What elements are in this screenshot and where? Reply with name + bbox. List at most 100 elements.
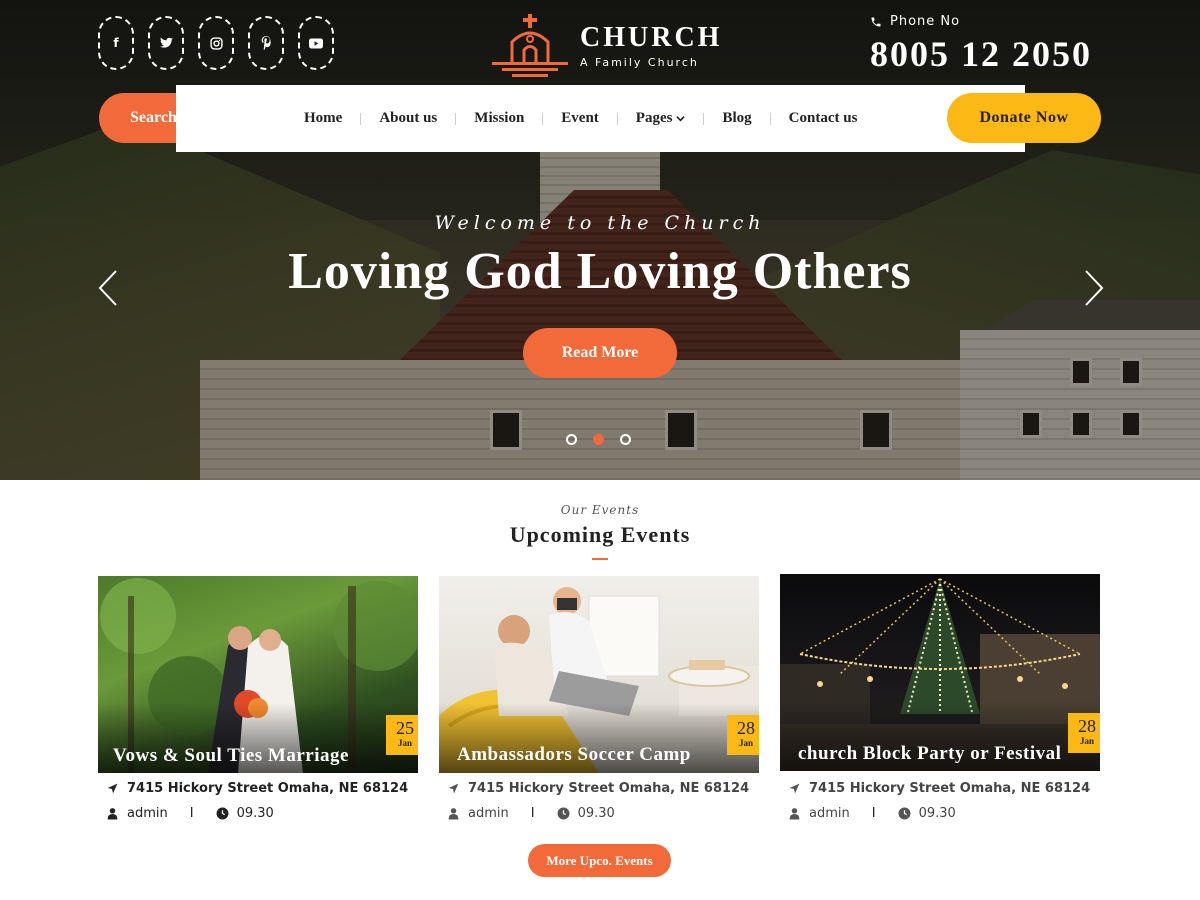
slider-dots — [566, 434, 631, 445]
instagram-glyph — [209, 36, 223, 50]
meta-divider: I — [530, 806, 535, 821]
chevron-down-icon — [676, 116, 686, 122]
event-image[interactable]: Vows & Soul Ties Marriage 25 Jan — [98, 576, 418, 773]
event-time: 09.30 — [577, 806, 615, 821]
event-title[interactable]: Ambassadors Soccer Camp — [457, 744, 691, 766]
user-icon — [448, 808, 459, 820]
instagram-icon[interactable] — [198, 16, 234, 70]
event-card[interactable]: church Block Party or Festival 28 Jan 74… — [780, 574, 1100, 821]
social-links: f — [98, 16, 334, 70]
slider-prev-arrow-icon[interactable] — [96, 268, 120, 308]
nav-label: Home — [304, 110, 343, 126]
nav-label: Pages — [635, 110, 673, 126]
phone-block: Phone No 8005 12 2050 — [870, 14, 1092, 75]
event-address-row: 7415 Hickory Street Omaha, NE 68124 — [106, 781, 418, 796]
meta-divider: I — [871, 806, 876, 821]
clock-icon — [898, 807, 911, 820]
user-icon — [789, 808, 800, 820]
event-meta: 7415 Hickory Street Omaha, NE 68124 admi… — [98, 781, 418, 821]
date-month: Jan — [738, 738, 753, 748]
phone-icon — [871, 17, 881, 26]
event-title[interactable]: church Block Party or Festival — [798, 743, 1061, 765]
slider-next-arrow-icon[interactable] — [1082, 268, 1106, 308]
twitter-icon[interactable] — [148, 16, 184, 70]
location-arrow-icon — [789, 783, 800, 794]
date-day: 28 — [1078, 716, 1096, 736]
event-address: 7415 Hickory Street Omaha, NE 68124 — [809, 781, 1091, 796]
nav-label: Blog — [722, 110, 752, 126]
title-underline — [592, 558, 608, 560]
events-title: Upcoming Events — [509, 522, 691, 547]
more-events-button[interactable]: More Upco. Events — [528, 844, 671, 877]
clock-icon — [216, 807, 229, 820]
nav-label: Contact us — [788, 110, 858, 126]
date-month: Jan — [397, 738, 412, 748]
event-address-row: 7415 Hickory Street Omaha, NE 68124 — [788, 781, 1100, 796]
event-address: 7415 Hickory Street Omaha, NE 68124 — [468, 781, 750, 796]
phone-number[interactable]: 8005 12 2050 — [870, 33, 1092, 75]
user-icon — [107, 808, 118, 820]
donate-button[interactable]: Donate Now — [947, 93, 1101, 143]
location-arrow-icon — [107, 783, 118, 794]
slider-dot-active[interactable] — [593, 434, 604, 445]
youtube-glyph — [309, 38, 323, 48]
facebook-glyph: f — [113, 36, 119, 50]
event-card[interactable]: Ambassadors Soccer Camp 28 Jan 7415 Hick… — [439, 576, 759, 821]
date-month: Jan — [1079, 736, 1094, 746]
event-image[interactable]: church Block Party or Festival 28 Jan — [780, 574, 1100, 771]
read-more-button[interactable]: Read More — [523, 328, 677, 378]
date-day: 25 — [396, 718, 414, 738]
logo-title: CHURCH — [580, 21, 723, 53]
event-address-row: 7415 Hickory Street Omaha, NE 68124 — [447, 781, 759, 796]
nav-item-contact[interactable]: Contact us — [771, 110, 876, 127]
events-kicker: Our Events — [560, 503, 640, 517]
event-time: 09.30 — [236, 806, 274, 821]
nav-item-home[interactable]: Home — [286, 110, 360, 127]
event-meta: 7415 Hickory Street Omaha, NE 68124 admi… — [439, 781, 759, 821]
phone-label: Phone No — [890, 14, 961, 29]
site-logo[interactable]: CHURCH A Family Church — [490, 12, 730, 78]
event-info-row: admin I 09.30 — [788, 806, 1100, 821]
nav-items: Home About us Mission Event Pages Blog C… — [286, 85, 875, 152]
logo-subtitle: A Family Church — [580, 55, 699, 69]
event-title[interactable]: Vows & Soul Ties Marriage — [113, 745, 349, 767]
nav-item-blog[interactable]: Blog — [704, 110, 769, 127]
meta-divider: I — [189, 806, 194, 821]
nav-item-pages[interactable]: Pages — [618, 110, 704, 127]
date-day: 28 — [737, 718, 755, 738]
hero-kicker: Welcome to the Church — [434, 212, 766, 234]
twitter-glyph — [159, 37, 173, 48]
logo-text: CHURCH A Family Church — [580, 22, 722, 69]
date-badge: 28 Jan — [1068, 713, 1100, 753]
event-image[interactable]: Ambassadors Soccer Camp 28 Jan — [439, 576, 759, 773]
phone-label-row: Phone No — [870, 14, 1092, 29]
pinterest-icon[interactable] — [248, 16, 284, 70]
location-arrow-icon — [448, 783, 459, 794]
event-info-row: admin I 09.30 — [106, 806, 418, 821]
event-author[interactable]: admin — [127, 806, 168, 821]
church-logo-icon — [492, 14, 568, 77]
event-meta: 7415 Hickory Street Omaha, NE 68124 admi… — [780, 781, 1100, 821]
date-badge: 25 Jan — [386, 715, 418, 755]
event-info-row: admin I 09.30 — [447, 806, 759, 821]
date-badge: 28 Jan — [727, 715, 759, 755]
main-nav: Home About us Mission Event Pages Blog C… — [176, 85, 1025, 152]
nav-label: Event — [561, 110, 599, 126]
hero-title: Loving God Loving Others — [288, 243, 912, 300]
clock-icon — [557, 807, 570, 820]
event-author[interactable]: admin — [468, 806, 509, 821]
nav-item-about[interactable]: About us — [361, 110, 455, 127]
event-time: 09.30 — [918, 806, 956, 821]
slider-dot[interactable] — [620, 434, 631, 445]
nav-label: About us — [379, 110, 438, 126]
slider-dot[interactable] — [566, 434, 577, 445]
event-author[interactable]: admin — [809, 806, 850, 821]
event-address: 7415 Hickory Street Omaha, NE 68124 — [127, 781, 409, 796]
youtube-icon[interactable] — [298, 16, 334, 70]
nav-item-mission[interactable]: Mission — [456, 110, 542, 127]
nav-item-event[interactable]: Event — [543, 110, 617, 127]
pinterest-glyph — [261, 36, 271, 50]
nav-label: Mission — [474, 110, 525, 126]
event-card[interactable]: Vows & Soul Ties Marriage 25 Jan 7415 Hi… — [98, 576, 418, 821]
facebook-icon[interactable]: f — [98, 16, 134, 70]
